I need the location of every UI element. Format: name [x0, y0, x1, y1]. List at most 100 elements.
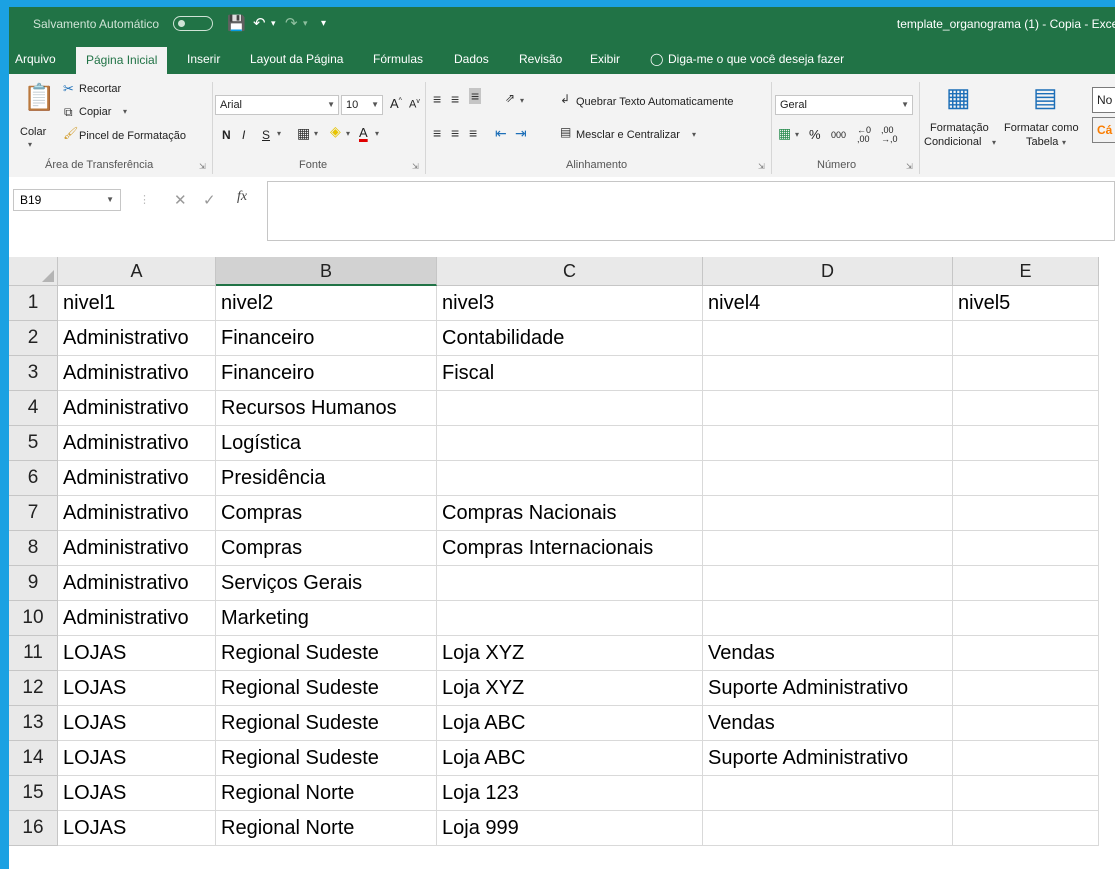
cell-b1[interactable]: nivel2 — [216, 286, 437, 321]
shrink-font-icon[interactable]: Av — [409, 98, 420, 111]
cell-b9[interactable]: Serviços Gerais — [216, 566, 437, 601]
tell-me-search[interactable]: Diga-me o que você deseja fazer — [668, 52, 844, 66]
underline-dropdown-icon[interactable]: ▾ — [277, 129, 281, 138]
cell-a13[interactable]: LOJAS — [58, 706, 216, 741]
percent-style-button[interactable]: % — [809, 127, 821, 142]
comma-style-button[interactable]: 000 — [831, 130, 846, 140]
number-launcher-icon[interactable]: ⇲ — [906, 162, 913, 171]
conditional-formatting-icon[interactable]: ▦ — [946, 82, 971, 113]
tab-formulas[interactable]: Fórmulas — [373, 52, 423, 66]
cell-b13[interactable]: Regional Sudeste — [216, 706, 437, 741]
row-header-7[interactable]: 7 — [9, 496, 58, 531]
cell-a10[interactable]: Administrativo — [58, 601, 216, 636]
cell-e12[interactable] — [953, 671, 1099, 706]
conditional-formatting-line1[interactable]: Formatação — [930, 122, 989, 134]
cell-e2[interactable] — [953, 321, 1099, 356]
orientation-dropdown-icon[interactable]: ▾ — [520, 96, 524, 105]
grow-font-icon[interactable]: A^ — [390, 96, 402, 111]
increase-decimal-icon[interactable]: ←0,00 — [857, 126, 871, 144]
borders-dropdown-icon[interactable]: ▾ — [314, 129, 318, 138]
font-size-select[interactable]: 10 ▼ — [341, 95, 383, 115]
cell-style-normal[interactable]: No — [1092, 87, 1115, 113]
row-header-14[interactable]: 14 — [9, 741, 58, 776]
accounting-format-icon[interactable]: ▦ — [778, 125, 791, 142]
cell-d8[interactable] — [703, 531, 953, 566]
row-header-15[interactable]: 15 — [9, 776, 58, 811]
increase-indent-icon[interactable]: ⇥ — [515, 125, 527, 142]
column-header-a[interactable]: A — [58, 257, 216, 286]
name-box[interactable]: B19 ▼ — [13, 189, 121, 211]
row-header-1[interactable]: 1 — [9, 286, 58, 321]
tab-pagina-inicial[interactable]: Página Inicial — [76, 47, 168, 74]
cell-a3[interactable]: Administrativo — [58, 356, 216, 391]
row-header-5[interactable]: 5 — [9, 426, 58, 461]
cell-b16[interactable]: Regional Norte — [216, 811, 437, 846]
row-header-9[interactable]: 9 — [9, 566, 58, 601]
column-header-d[interactable]: D — [703, 257, 953, 286]
cell-d10[interactable] — [703, 601, 953, 636]
format-painter-button[interactable]: Pincel de Formatação — [79, 130, 186, 142]
redo-dropdown-icon[interactable]: ▾ — [303, 18, 308, 29]
row-header-13[interactable]: 13 — [9, 706, 58, 741]
cell-b6[interactable]: Presidência — [216, 461, 437, 496]
cell-c1[interactable]: nivel3 — [437, 286, 703, 321]
number-format-select[interactable]: Geral ▼ — [775, 95, 913, 115]
align-left-icon[interactable]: ≡ — [433, 125, 441, 141]
row-header-6[interactable]: 6 — [9, 461, 58, 496]
cell-a6[interactable]: Administrativo — [58, 461, 216, 496]
merge-center-icon[interactable]: ▤ — [560, 125, 571, 139]
cell-b2[interactable]: Financeiro — [216, 321, 437, 356]
row-header-3[interactable]: 3 — [9, 356, 58, 391]
cell-e8[interactable] — [953, 531, 1099, 566]
tab-inserir[interactable]: Inserir — [187, 52, 220, 66]
row-header-4[interactable]: 4 — [9, 391, 58, 426]
row-header-16[interactable]: 16 — [9, 811, 58, 846]
italic-button[interactable]: I — [242, 128, 245, 142]
cell-c5[interactable] — [437, 426, 703, 461]
cell-e1[interactable]: nivel5 — [953, 286, 1099, 321]
cell-d6[interactable] — [703, 461, 953, 496]
cell-a12[interactable]: LOJAS — [58, 671, 216, 706]
row-header-2[interactable]: 2 — [9, 321, 58, 356]
cell-b4[interactable]: Recursos Humanos — [216, 391, 437, 426]
cell-d9[interactable] — [703, 566, 953, 601]
cell-d13[interactable]: Vendas — [703, 706, 953, 741]
cut-button[interactable]: Recortar — [79, 83, 121, 95]
cell-a14[interactable]: LOJAS — [58, 741, 216, 776]
conditional-formatting-line2[interactable]: Condicional — [924, 136, 981, 148]
format-painter-icon[interactable]: 🖌 — [63, 126, 78, 140]
column-header-b[interactable]: B — [216, 257, 437, 286]
cell-d11[interactable]: Vendas — [703, 636, 953, 671]
orientation-icon[interactable]: ⇗ — [505, 91, 515, 105]
save-icon[interactable]: 💾 — [227, 14, 246, 32]
undo-dropdown-icon[interactable]: ▾ — [271, 18, 276, 29]
tab-dados[interactable]: Dados — [454, 52, 489, 66]
font-color-dropdown-icon[interactable]: ▾ — [375, 129, 379, 138]
cell-d1[interactable]: nivel4 — [703, 286, 953, 321]
cell-e7[interactable] — [953, 496, 1099, 531]
cell-d5[interactable] — [703, 426, 953, 461]
tab-exibir[interactable]: Exibir — [590, 52, 620, 66]
cell-a8[interactable]: Administrativo — [58, 531, 216, 566]
cell-c10[interactable] — [437, 601, 703, 636]
cell-d15[interactable] — [703, 776, 953, 811]
cell-c3[interactable]: Fiscal — [437, 356, 703, 391]
cell-d3[interactable] — [703, 356, 953, 391]
cell-c2[interactable]: Contabilidade — [437, 321, 703, 356]
cell-a4[interactable]: Administrativo — [58, 391, 216, 426]
cell-d12[interactable]: Suporte Administrativo — [703, 671, 953, 706]
format-as-table-icon[interactable]: ▤ — [1033, 82, 1058, 113]
cell-e4[interactable] — [953, 391, 1099, 426]
merge-center-button[interactable]: Mesclar e Centralizar — [576, 129, 680, 141]
customize-toolbar-icon[interactable]: ▾ — [321, 18, 326, 29]
cell-e6[interactable] — [953, 461, 1099, 496]
copy-icon[interactable]: ⧉ — [64, 105, 73, 120]
copy-button[interactable]: Copiar — [79, 106, 111, 118]
cell-d2[interactable] — [703, 321, 953, 356]
tab-layout-da-pagina[interactable]: Layout da Página — [250, 52, 343, 66]
cell-e10[interactable] — [953, 601, 1099, 636]
cell-e5[interactable] — [953, 426, 1099, 461]
clipboard-launcher-icon[interactable]: ⇲ — [199, 162, 206, 171]
fill-color-dropdown-icon[interactable]: ▾ — [346, 129, 350, 138]
cell-d7[interactable] — [703, 496, 953, 531]
